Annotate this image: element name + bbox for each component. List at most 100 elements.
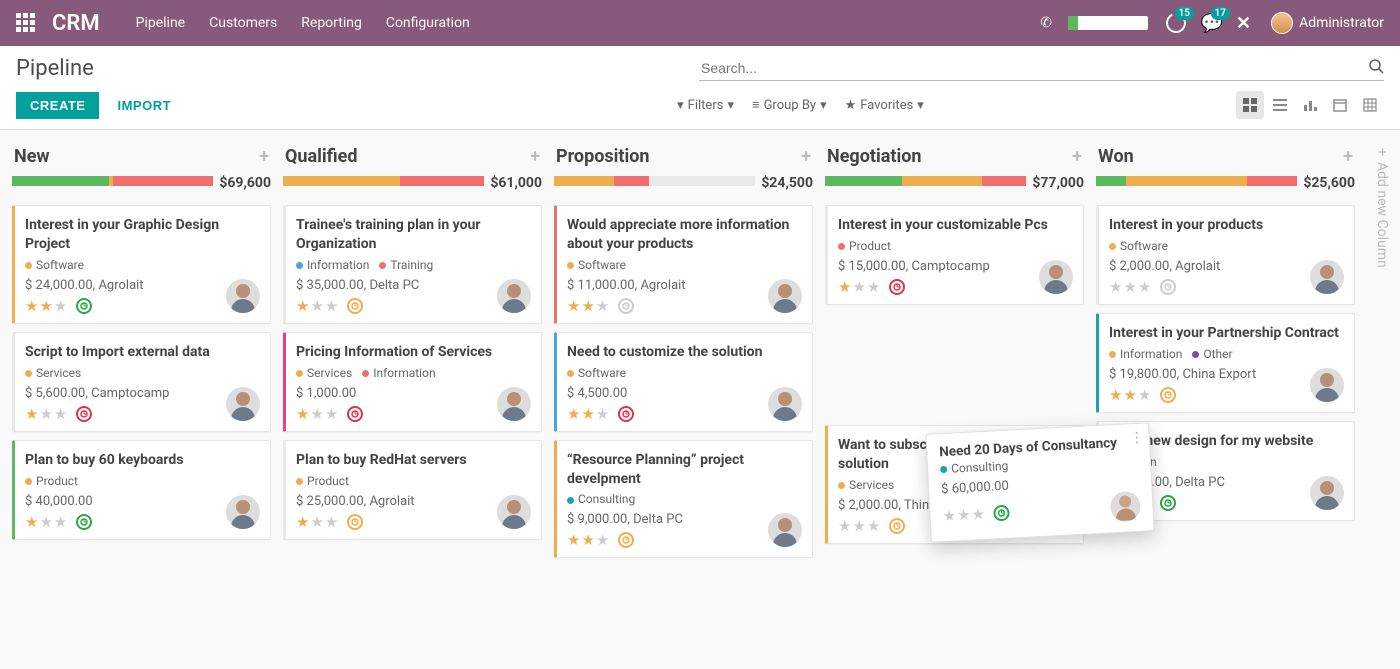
phone-icon[interactable]: ✆ <box>1040 15 1052 31</box>
activity-status-icon[interactable] <box>618 532 634 548</box>
tag: Other <box>1192 347 1232 361</box>
activity-status-icon[interactable] <box>347 514 363 530</box>
assignee-avatar[interactable] <box>768 279 802 313</box>
view-pivot-button[interactable] <box>1356 91 1384 119</box>
view-kanban-button[interactable] <box>1236 91 1264 119</box>
caret-down-icon: ▾ <box>727 98 734 113</box>
view-calendar-button[interactable] <box>1326 91 1354 119</box>
activity-status-icon[interactable] <box>1160 387 1176 403</box>
column-total: $77,000 <box>1026 175 1084 191</box>
assignee-avatar[interactable] <box>1039 260 1073 294</box>
column-progress-bar[interactable] <box>1096 176 1297 186</box>
kanban-card[interactable]: Interest in your Graphic Design Project … <box>12 205 271 324</box>
search-input[interactable] <box>699 56 1384 81</box>
search-icon[interactable] <box>1368 58 1384 74</box>
dragging-card[interactable]: ⋮ Need 20 Days of Consultancy Consulting… <box>925 422 1154 543</box>
activity-status-icon[interactable] <box>993 505 1010 522</box>
kanban-card[interactable]: Interest in your Partnership Contract In… <box>1096 313 1355 413</box>
assignee-avatar[interactable] <box>497 279 531 313</box>
priority-stars[interactable]: ★★★ <box>838 517 881 535</box>
priority-stars[interactable]: ★★★ <box>296 405 339 423</box>
activities-icon[interactable]: 15 <box>1164 11 1188 35</box>
activity-status-icon[interactable] <box>1160 495 1176 511</box>
priority-stars[interactable]: ★★★ <box>25 405 68 423</box>
nav-pipeline[interactable]: Pipeline <box>136 15 186 31</box>
priority-stars[interactable]: ★★★ <box>567 405 610 423</box>
kanban-card[interactable]: Plan to buy RedHat servers Product $ 25,… <box>283 440 542 540</box>
control-bar: Pipeline CREATE IMPORT ▾Filters▾ ≡Group … <box>0 46 1400 130</box>
activity-status-icon[interactable] <box>76 514 92 530</box>
activity-status-icon[interactable] <box>889 279 905 295</box>
activity-status-icon[interactable] <box>618 298 634 314</box>
column-progress-bar[interactable] <box>12 176 213 186</box>
close-icon[interactable]: ✕ <box>1236 13 1251 34</box>
assignee-avatar[interactable] <box>1310 476 1344 510</box>
favorites-dropdown[interactable]: ★Favorites▾ <box>845 98 924 113</box>
messages-icon[interactable]: 💬17 <box>1200 11 1224 35</box>
card-subtitle: $ 35,000.00, Delta PC <box>296 278 531 293</box>
activity-status-icon[interactable] <box>889 518 905 534</box>
kanban-card[interactable]: Need to customize the solution Software … <box>554 332 813 432</box>
priority-stars[interactable]: ★★★ <box>296 297 339 315</box>
nav-customers[interactable]: Customers <box>209 15 277 31</box>
kanban-card[interactable]: Plan to buy 60 keyboards Product $ 40,00… <box>12 440 271 540</box>
activity-status-icon[interactable] <box>347 298 363 314</box>
kanban-card[interactable]: Interest in your customizable Pcs Produc… <box>825 205 1084 305</box>
create-button[interactable]: CREATE <box>16 92 99 119</box>
card-tags: Software <box>567 258 802 272</box>
kanban-card[interactable]: “Resource Planning” project develpment C… <box>554 440 813 559</box>
import-button[interactable]: IMPORT <box>107 92 181 119</box>
card-title: Interest in your products <box>1109 216 1344 235</box>
add-card-button[interactable]: + <box>1343 146 1353 167</box>
assignee-avatar[interactable] <box>1310 368 1344 402</box>
kanban-card[interactable]: Interest in your products Software $ 2,0… <box>1096 205 1355 305</box>
priority-stars[interactable]: ★★★ <box>838 278 881 296</box>
priority-stars[interactable]: ★★★ <box>1109 386 1152 404</box>
assignee-avatar[interactable] <box>497 495 531 529</box>
trial-progress[interactable] <box>1068 16 1148 30</box>
column-title: Qualified <box>285 146 357 167</box>
add-card-button[interactable]: + <box>530 146 540 167</box>
activity-status-icon[interactable] <box>347 406 363 422</box>
kanban-card[interactable]: Script to Import external data Services … <box>12 332 271 432</box>
add-card-button[interactable]: + <box>259 146 269 167</box>
priority-stars[interactable]: ★★★ <box>567 531 610 549</box>
assignee-avatar[interactable] <box>226 279 260 313</box>
apps-menu-icon[interactable] <box>16 13 36 33</box>
groupby-dropdown[interactable]: ≡Group By▾ <box>752 97 827 113</box>
kebab-icon[interactable]: ⋮ <box>1129 430 1143 447</box>
assignee-avatar[interactable] <box>1310 260 1344 294</box>
column-progress-bar[interactable] <box>825 176 1026 186</box>
filters-dropdown[interactable]: ▾Filters▾ <box>677 98 734 113</box>
activity-status-icon[interactable] <box>76 298 92 314</box>
priority-stars[interactable]: ★★★ <box>25 513 68 531</box>
column-progress-bar[interactable] <box>554 176 755 186</box>
view-graph-button[interactable] <box>1296 91 1324 119</box>
user-menu[interactable]: Administrator <box>1271 12 1384 34</box>
assignee-avatar[interactable] <box>768 387 802 421</box>
add-card-button[interactable]: + <box>1072 146 1082 167</box>
kanban-card[interactable]: Trainee's training plan in your Organiza… <box>283 205 542 324</box>
priority-stars[interactable]: ★★★ <box>942 505 986 525</box>
assignee-avatar[interactable] <box>1110 491 1142 523</box>
kanban-card[interactable]: Pricing Information of Services Services… <box>283 332 542 432</box>
kanban-card[interactable]: Would appreciate more information about … <box>554 205 813 324</box>
priority-stars[interactable]: ★★★ <box>1109 278 1152 296</box>
view-list-button[interactable] <box>1266 91 1294 119</box>
card-tags: ServicesInformation <box>296 366 531 380</box>
assignee-avatar[interactable] <box>226 495 260 529</box>
priority-stars[interactable]: ★★★ <box>25 297 68 315</box>
activity-status-icon[interactable] <box>1160 279 1176 295</box>
activity-status-icon[interactable] <box>76 406 92 422</box>
nav-configuration[interactable]: Configuration <box>386 15 470 31</box>
column-progress-bar[interactable] <box>283 176 484 186</box>
add-column-button[interactable]: +Add new Column <box>1374 148 1390 268</box>
add-card-button[interactable]: + <box>801 146 811 167</box>
user-name: Administrator <box>1299 15 1384 31</box>
nav-reporting[interactable]: Reporting <box>301 15 362 31</box>
assignee-avatar[interactable] <box>226 387 260 421</box>
priority-stars[interactable]: ★★★ <box>296 513 339 531</box>
priority-stars[interactable]: ★★★ <box>567 297 610 315</box>
activity-status-icon[interactable] <box>618 406 634 422</box>
assignee-avatar[interactable] <box>497 387 531 421</box>
